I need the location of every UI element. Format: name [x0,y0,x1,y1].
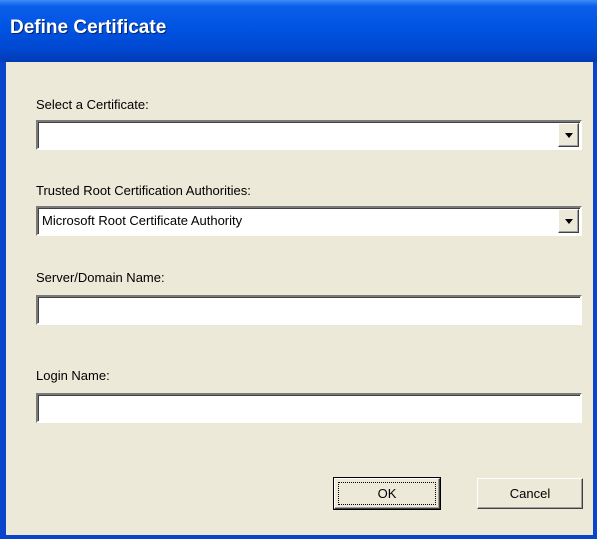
select-certificate-dropdown-button[interactable] [558,123,579,147]
trusted-root-dropdown-button[interactable] [558,209,579,233]
login-name-label: Login Name: [36,368,110,383]
dialog-title: Define Certificate [10,17,167,38]
chevron-down-icon [565,133,573,138]
cancel-button-label: Cancel [509,486,551,501]
select-certificate-dropdown[interactable] [36,120,582,150]
focus-rectangle [338,482,436,505]
chevron-down-icon [565,219,573,224]
ok-button[interactable]: OK [333,477,441,510]
trusted-root-value: Microsoft Root Certificate Authority [42,213,243,228]
trusted-root-dropdown[interactable]: Microsoft Root Certificate Authority [36,206,582,236]
login-name-field[interactable] [36,393,582,423]
define-certificate-dialog: Define Certificate Select a Certificate:… [0,0,597,539]
title-bar[interactable]: Define Certificate [0,0,597,62]
server-domain-field[interactable] [36,295,582,325]
server-domain-label: Server/Domain Name: [36,270,165,285]
trusted-root-label: Trusted Root Certification Authorities: [36,183,251,198]
select-certificate-label: Select a Certificate: [36,97,149,112]
cancel-button[interactable]: Cancel [477,478,583,509]
